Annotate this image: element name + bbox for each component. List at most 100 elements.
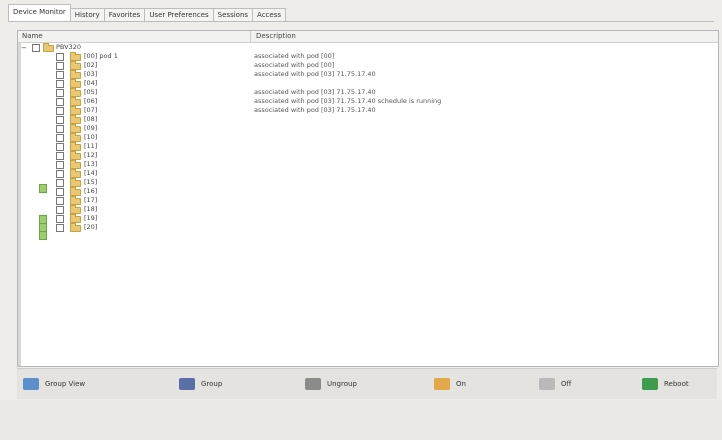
toolbar-button-label: Group View [45, 380, 86, 388]
folder-icon [70, 169, 81, 178]
off-button[interactable]: Off [539, 376, 571, 392]
tree-row[interactable]: [03] associated with pod [03] 71.75.17.40 [18, 70, 718, 79]
column-header-name[interactable]: Name [22, 32, 43, 40]
column-header-description[interactable]: Description [256, 32, 296, 40]
folder-icon [70, 178, 81, 187]
device-checkbox[interactable] [56, 134, 64, 142]
tree-row[interactable]: [06] associated with pod [03] 71.75.17.40… [18, 97, 718, 106]
tree-item-label: [18] [84, 205, 98, 213]
toolbar-button-label: Off [561, 380, 572, 388]
group-view-icon [23, 378, 39, 390]
tree-row[interactable]: [05] associated with pod [03] 71.75.17.40 [18, 88, 718, 97]
collapse-icon[interactable]: − [21, 44, 27, 52]
group-icon [179, 378, 195, 390]
tree-row[interactable]: [17] [18, 196, 718, 205]
tab-favorites[interactable]: Favorites [104, 8, 146, 22]
tree-row[interactable]: [19] [18, 214, 718, 223]
folder-icon [70, 133, 81, 142]
group-button[interactable]: Group [179, 376, 222, 392]
device-checkbox[interactable] [56, 89, 64, 97]
tree-row[interactable]: [12] [18, 151, 718, 160]
folder-icon [70, 106, 81, 115]
tab-strip: Device Monitor History Favorites User Prefe… [8, 4, 286, 22]
folder-icon [70, 196, 81, 205]
device-checkbox[interactable] [56, 125, 64, 133]
device-checkbox[interactable] [56, 143, 64, 151]
device-checkbox[interactable] [56, 161, 64, 169]
root-checkbox[interactable] [32, 44, 40, 52]
device-checkbox[interactable] [56, 152, 64, 160]
tree-item-label: [15] [84, 178, 98, 186]
device-checkbox[interactable] [56, 107, 64, 115]
device-checkbox[interactable] [56, 224, 64, 232]
on-button[interactable]: On [434, 376, 466, 392]
device-checkbox[interactable] [56, 170, 64, 178]
folder-icon [70, 142, 81, 151]
tree-item-label: [06] [84, 97, 98, 105]
device-checkbox[interactable] [56, 206, 64, 214]
tree-row[interactable]: [14] [18, 169, 718, 178]
device-checkbox[interactable] [56, 71, 64, 79]
ungroup-icon [305, 378, 321, 390]
device-checkbox[interactable] [56, 98, 64, 106]
tab-user-preferences[interactable]: User Preferences [145, 8, 214, 22]
reboot-icon [642, 378, 658, 390]
tree-root-row[interactable]: − PBV320 [18, 43, 718, 52]
status-marker-icon [39, 184, 47, 193]
tree-row[interactable]: [10] [18, 133, 718, 142]
device-checkbox[interactable] [56, 197, 64, 205]
device-checkbox[interactable] [56, 62, 64, 70]
column-separator[interactable] [250, 31, 251, 42]
tree-item-label: [11] [84, 142, 98, 150]
status-marker-icon [39, 231, 47, 240]
tree-item-description: associated with pod [03] 71.75.17.40 [254, 106, 376, 114]
tree-row[interactable]: [20] [18, 223, 718, 232]
tree-row[interactable]: [02] associated with pod [00] [18, 61, 718, 70]
tree-row[interactable]: [16] [18, 187, 718, 196]
tree-item-label: [19] [84, 214, 98, 222]
action-toolbar: Group View Group Ungroup On Off Reboot [17, 368, 717, 399]
device-checkbox[interactable] [56, 215, 64, 223]
tree-item-label: [03] [84, 70, 98, 78]
tab-access[interactable]: Access [253, 8, 286, 22]
device-checkbox[interactable] [56, 53, 64, 61]
device-checkbox[interactable] [56, 179, 64, 187]
tree-row[interactable]: [13] [18, 160, 718, 169]
tree-row[interactable]: [07] associated with pod [03] 71.75.17.40 [18, 106, 718, 115]
tree-row[interactable]: [18] [18, 205, 718, 214]
ungroup-button[interactable]: Ungroup [305, 376, 357, 392]
tree-item-label: [02] [84, 61, 98, 69]
tree-item-label: [04] [84, 79, 98, 87]
folder-icon [70, 70, 81, 79]
device-checkbox[interactable] [56, 116, 64, 124]
column-header: Name Description [18, 31, 718, 43]
tree-item-label: [12] [84, 151, 98, 159]
tab-history[interactable]: History [70, 8, 105, 22]
tree-row[interactable]: [09] [18, 124, 718, 133]
tab-device-monitor[interactable]: Device Monitor [8, 4, 71, 22]
folder-icon [70, 115, 81, 124]
tree-item-label: [07] [84, 106, 98, 114]
tab-sessions[interactable]: Sessions [213, 8, 254, 22]
reboot-button[interactable]: Reboot [642, 376, 689, 392]
device-checkbox[interactable] [56, 80, 64, 88]
tree-item-label: [00] pod 1 [84, 52, 118, 60]
tree-row[interactable]: [11] [18, 142, 718, 151]
tree-root-label: PBV320 [56, 43, 82, 51]
tree-item-description: associated with pod [03] 71.75.17.40 [254, 88, 376, 96]
tree-item-description: associated with pod [03] 71.75.17.40 [254, 70, 376, 78]
toolbar-button-label: Group [201, 380, 223, 388]
toolbar-button-label: On [456, 380, 466, 388]
tree-row[interactable]: [04] [18, 79, 718, 88]
folder-icon [70, 61, 81, 70]
tree-item-label: [16] [84, 187, 98, 195]
tab-divider [8, 21, 714, 22]
device-tree-panel: Name Description − PBV320 [00] pod 1 asso… [17, 30, 719, 367]
device-checkbox[interactable] [56, 188, 64, 196]
tree-row[interactable]: [15] [18, 178, 718, 187]
tree-item-description: associated with pod [03] 71.75.17.40 sch… [254, 97, 442, 105]
tree-row[interactable]: [00] pod 1 associated with pod [00] [18, 52, 718, 61]
tree-item-description: associated with pod [00] [254, 61, 335, 69]
group-view-button[interactable]: Group View [23, 376, 85, 392]
tree-row[interactable]: [08] [18, 115, 718, 124]
